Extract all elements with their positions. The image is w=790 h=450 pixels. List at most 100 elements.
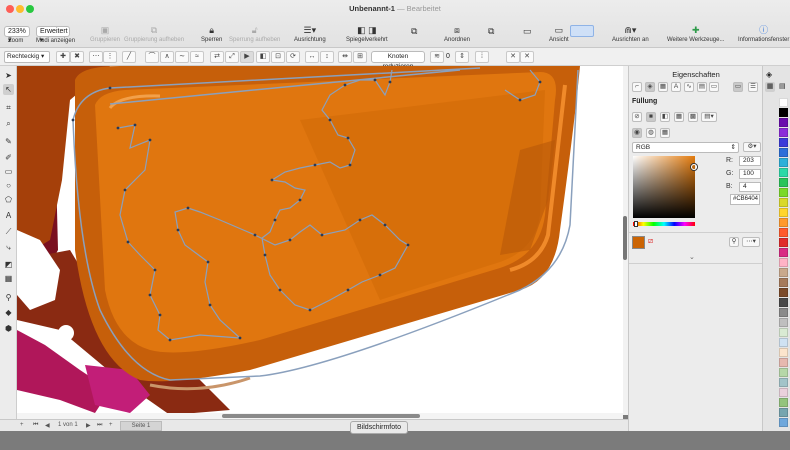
align-nodes-h-button[interactable]: ↔	[305, 51, 319, 63]
info-window-button[interactable]: ⓘ Informationsfenster	[738, 25, 789, 43]
node-option-a-button[interactable]: ✕	[506, 51, 520, 63]
view-wireframe-button[interactable]: ▭	[523, 26, 532, 38]
view-button[interactable]: ▭ Ansicht	[549, 25, 569, 43]
palette-color-chip[interactable]	[779, 378, 788, 387]
palette-color-chip[interactable]	[779, 398, 788, 407]
palette-color-chip[interactable]	[779, 108, 788, 117]
shape-tool-icon[interactable]: ↖	[3, 84, 14, 95]
arrange-back-button[interactable]: ⧉	[488, 26, 494, 38]
align-nodes-v-button[interactable]: ↕	[320, 51, 334, 63]
first-page-icon[interactable]: ⏮	[33, 422, 38, 429]
shape-select[interactable]: Rechteckig ▾	[4, 51, 50, 63]
smoothness-stepper[interactable]: ⇕	[455, 51, 469, 63]
pick-tool-icon[interactable]: ➤	[3, 70, 14, 81]
palette-color-chip[interactable]	[779, 238, 788, 247]
hue-slider[interactable]	[633, 222, 695, 226]
fill-type-menu[interactable]: ▤▾	[701, 112, 717, 122]
shadow-tool-icon[interactable]: ◩	[3, 259, 14, 270]
palette-color-chip[interactable]	[779, 298, 788, 307]
palette-color-chip[interactable]	[779, 218, 788, 227]
reduce-nodes-button[interactable]: Knoten reduzieren	[371, 51, 425, 70]
zoom-tool-icon[interactable]: ⌕	[3, 118, 14, 129]
mode-combo[interactable]: Erweitert ▾	[36, 26, 70, 44]
close-curve-button[interactable]: ▶	[240, 51, 254, 63]
group-button[interactable]: ▣ Gruppieren	[90, 25, 120, 43]
extend-curve-button[interactable]: ⤢	[225, 51, 239, 63]
palette-color-chip[interactable]	[779, 328, 788, 337]
transparency-tool-icon[interactable]: ▦	[3, 273, 14, 284]
b-input[interactable]: 4	[739, 182, 761, 192]
panel-menu-button[interactable]: ☰	[748, 82, 758, 92]
palette-color-chip[interactable]	[779, 278, 788, 287]
eyedropper-tool-icon[interactable]: ⚲	[3, 292, 14, 303]
rotate-skew-button[interactable]: ⟳	[286, 51, 300, 63]
eyedropper-icon[interactable]: ⚲	[729, 237, 739, 247]
color-model-select[interactable]: RGB ⇕	[632, 142, 739, 153]
add-page-button[interactable]: +	[20, 422, 24, 428]
palette-color-chip[interactable]	[779, 258, 788, 267]
artistic-media-icon[interactable]: ✐	[3, 152, 14, 163]
palette-layers-icon[interactable]: ◈	[766, 70, 772, 79]
interactive-fill-icon[interactable]: ◆	[3, 307, 14, 318]
node-option-b-button[interactable]: ✕	[520, 51, 534, 63]
palette-color-chip[interactable]	[779, 248, 788, 257]
elastic-mode-button[interactable]: ⊞	[353, 51, 367, 63]
g-input[interactable]: 100	[739, 169, 761, 179]
text-tool-icon[interactable]: A	[3, 210, 14, 221]
color-picker-area[interactable]	[633, 156, 695, 218]
page-tab[interactable]: Seite 1	[120, 421, 162, 431]
curve-tool-icon[interactable]: ✎	[3, 136, 14, 147]
palette-grid-icon[interactable]: ▦	[765, 82, 775, 92]
palette-color-chip[interactable]	[779, 188, 788, 197]
arrange-front-button[interactable]: ⧉	[411, 26, 417, 38]
hex-input[interactable]: #CB6404	[730, 194, 760, 205]
horizontal-scroll-thumb[interactable]	[222, 414, 420, 418]
gradient-fill-button[interactable]: ◧	[660, 112, 670, 122]
mirror-button[interactable]: ◧ ◨ Spiegelverkehrt	[346, 25, 388, 43]
color-options-button[interactable]: ⚙▾	[743, 142, 761, 152]
reflect-button[interactable]: ⇹	[338, 51, 352, 63]
snap-button[interactable]: ⋒▾ Ausrichten an	[612, 25, 649, 43]
dimension-tool-icon[interactable]: ⟋	[3, 226, 14, 237]
palette-color-chip[interactable]	[779, 388, 788, 397]
last-page-icon[interactable]: ⏭	[97, 422, 102, 429]
crop-tool-icon[interactable]: ⌗	[3, 102, 14, 113]
cusp-node-button[interactable]: ∧	[160, 51, 174, 63]
palette-color-chip[interactable]	[779, 308, 788, 317]
vertical-scroll-thumb[interactable]	[623, 216, 627, 260]
palette-color-chip[interactable]	[779, 348, 788, 357]
palette-color-chip[interactable]	[779, 338, 788, 347]
palette-color-chip[interactable]	[779, 138, 788, 147]
uniform-fill-button[interactable]: ■	[646, 112, 656, 122]
palette-color-chip[interactable]	[779, 408, 788, 417]
zoom-combo[interactable]: 233% ▾	[4, 26, 30, 44]
properties-tab-fill[interactable]: ◈	[645, 82, 655, 92]
palette-color-chip[interactable]	[779, 208, 788, 217]
color-picker-handle[interactable]	[691, 164, 697, 170]
add-page-end-button[interactable]: +	[109, 422, 113, 428]
color-viewer-button[interactable]: ◉	[632, 128, 642, 138]
palette-color-chip[interactable]	[779, 158, 788, 167]
select-all-nodes-button[interactable]: ⁞	[475, 51, 489, 63]
unlock-button[interactable]: 🔓︎ Sperrung aufheben	[229, 25, 280, 43]
expand-chevron-icon[interactable]: ⌄	[689, 253, 695, 261]
view-toggle-active[interactable]	[570, 25, 594, 37]
palette-color-chip[interactable]	[779, 418, 788, 427]
palette-color-chip[interactable]	[779, 358, 788, 367]
properties-tab-frame[interactable]: ▭	[709, 82, 719, 92]
reverse-button[interactable]: ⇄	[210, 51, 224, 63]
properties-tab-summary[interactable]: ▤	[697, 82, 707, 92]
properties-tab-outline[interactable]: ⌐	[632, 82, 642, 92]
symmetric-node-button[interactable]: ≈	[190, 51, 204, 63]
ungroup-button[interactable]: ⧉ Gruppierung aufheben	[124, 25, 184, 43]
more-colors-button[interactable]: ⋯▾	[742, 237, 760, 247]
more-tools-button[interactable]: ✚ Weitere Werkzeuge...	[667, 25, 724, 43]
palette-color-chip[interactable]	[779, 148, 788, 157]
color-mixer-button[interactable]: ◍	[646, 128, 656, 138]
prev-page-icon[interactable]: ◀	[45, 422, 50, 429]
palette-color-chip[interactable]	[779, 368, 788, 377]
palette-color-chip[interactable]	[779, 118, 788, 127]
color-palettes-button[interactable]: ▦	[660, 128, 670, 138]
palette-color-chip[interactable]	[779, 228, 788, 237]
palette-color-chip[interactable]	[779, 318, 788, 327]
